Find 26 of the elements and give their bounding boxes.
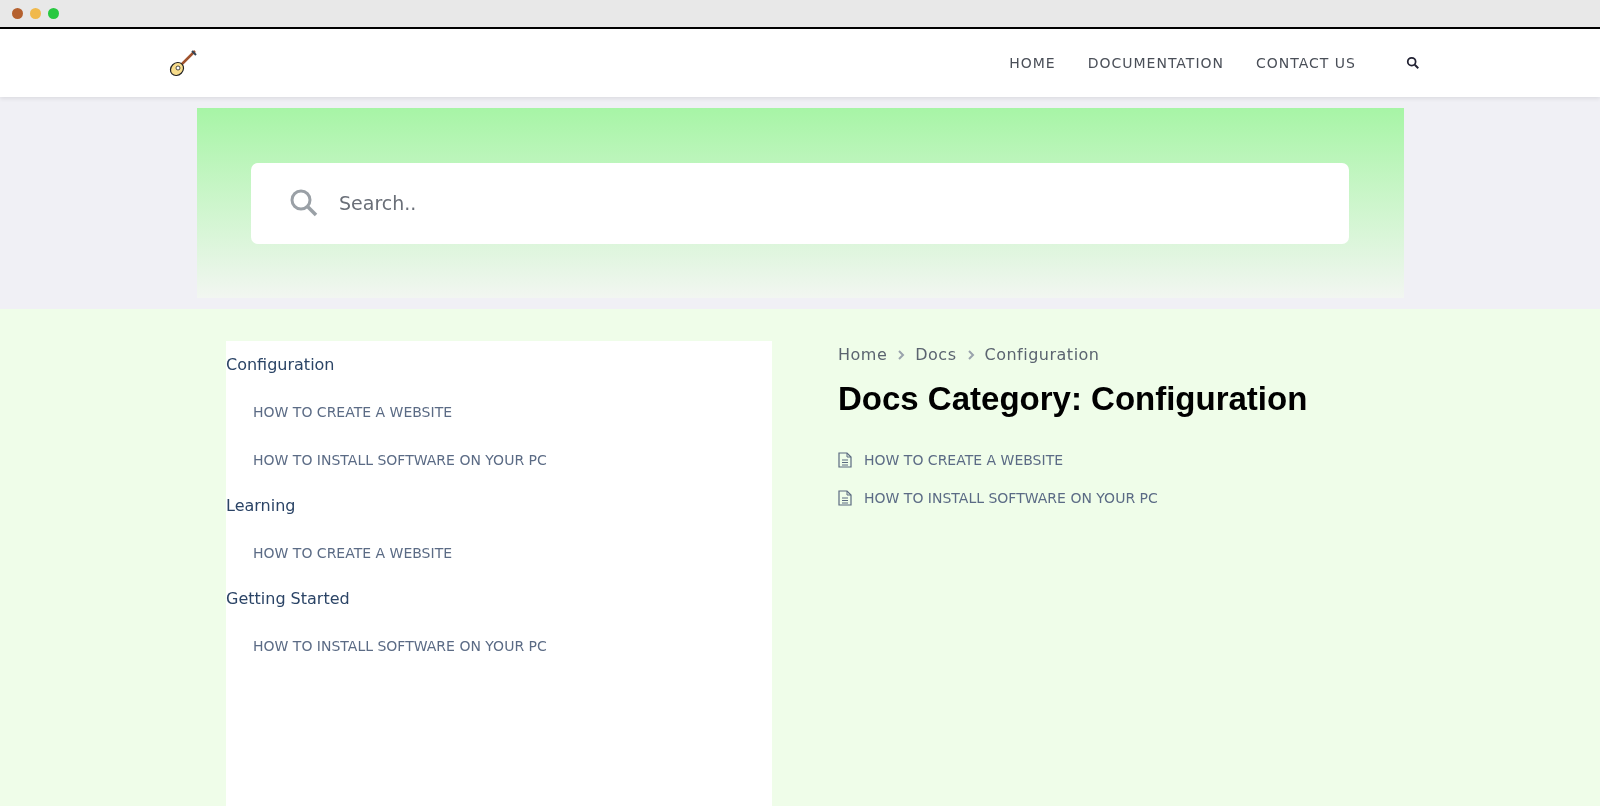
nav-link[interactable]: DOCUMENTATION [1087,55,1224,71]
document-icon [838,490,852,506]
search-field[interactable]: Search.. [251,162,1349,244]
search-icon[interactable] [1406,56,1420,70]
document-icon [838,452,852,468]
doc-link[interactable]: HOW TO CREATE A WEBSITE [864,452,1064,468]
nav-link[interactable]: CONTACT US [1256,55,1356,71]
page-heading: Docs Category: Configuration [838,380,1308,418]
breadcrumb-link[interactable]: Home [838,345,888,364]
minimize-dot-icon[interactable] [30,8,41,19]
breadcrumb-link[interactable]: Configuration [984,345,1100,364]
category-link[interactable]: Getting Started [226,579,772,624]
maximize-dot-icon[interactable] [48,8,59,19]
nav-link[interactable]: HOME [1009,55,1056,71]
doc-link[interactable]: HOW TO CREATE A WEBSITE [226,531,772,579]
category-link[interactable]: Learning [226,486,772,531]
chevron-right-icon [966,348,975,361]
guitar-icon[interactable] [168,48,198,78]
doc-link[interactable]: HOW TO INSTALL SOFTWARE ON YOUR PC [226,624,772,672]
doc-link[interactable]: HOW TO INSTALL SOFTWARE ON YOUR PC [226,438,772,486]
doc-link[interactable]: HOW TO CREATE A WEBSITE [226,390,772,438]
chevron-right-icon [897,348,906,361]
doc-link[interactable]: HOW TO INSTALL SOFTWARE ON YOUR PC [864,490,1158,506]
breadcrumb-link[interactable]: Docs [915,345,957,364]
close-dot-icon[interactable] [12,8,23,19]
category-link[interactable]: Configuration [226,355,772,390]
